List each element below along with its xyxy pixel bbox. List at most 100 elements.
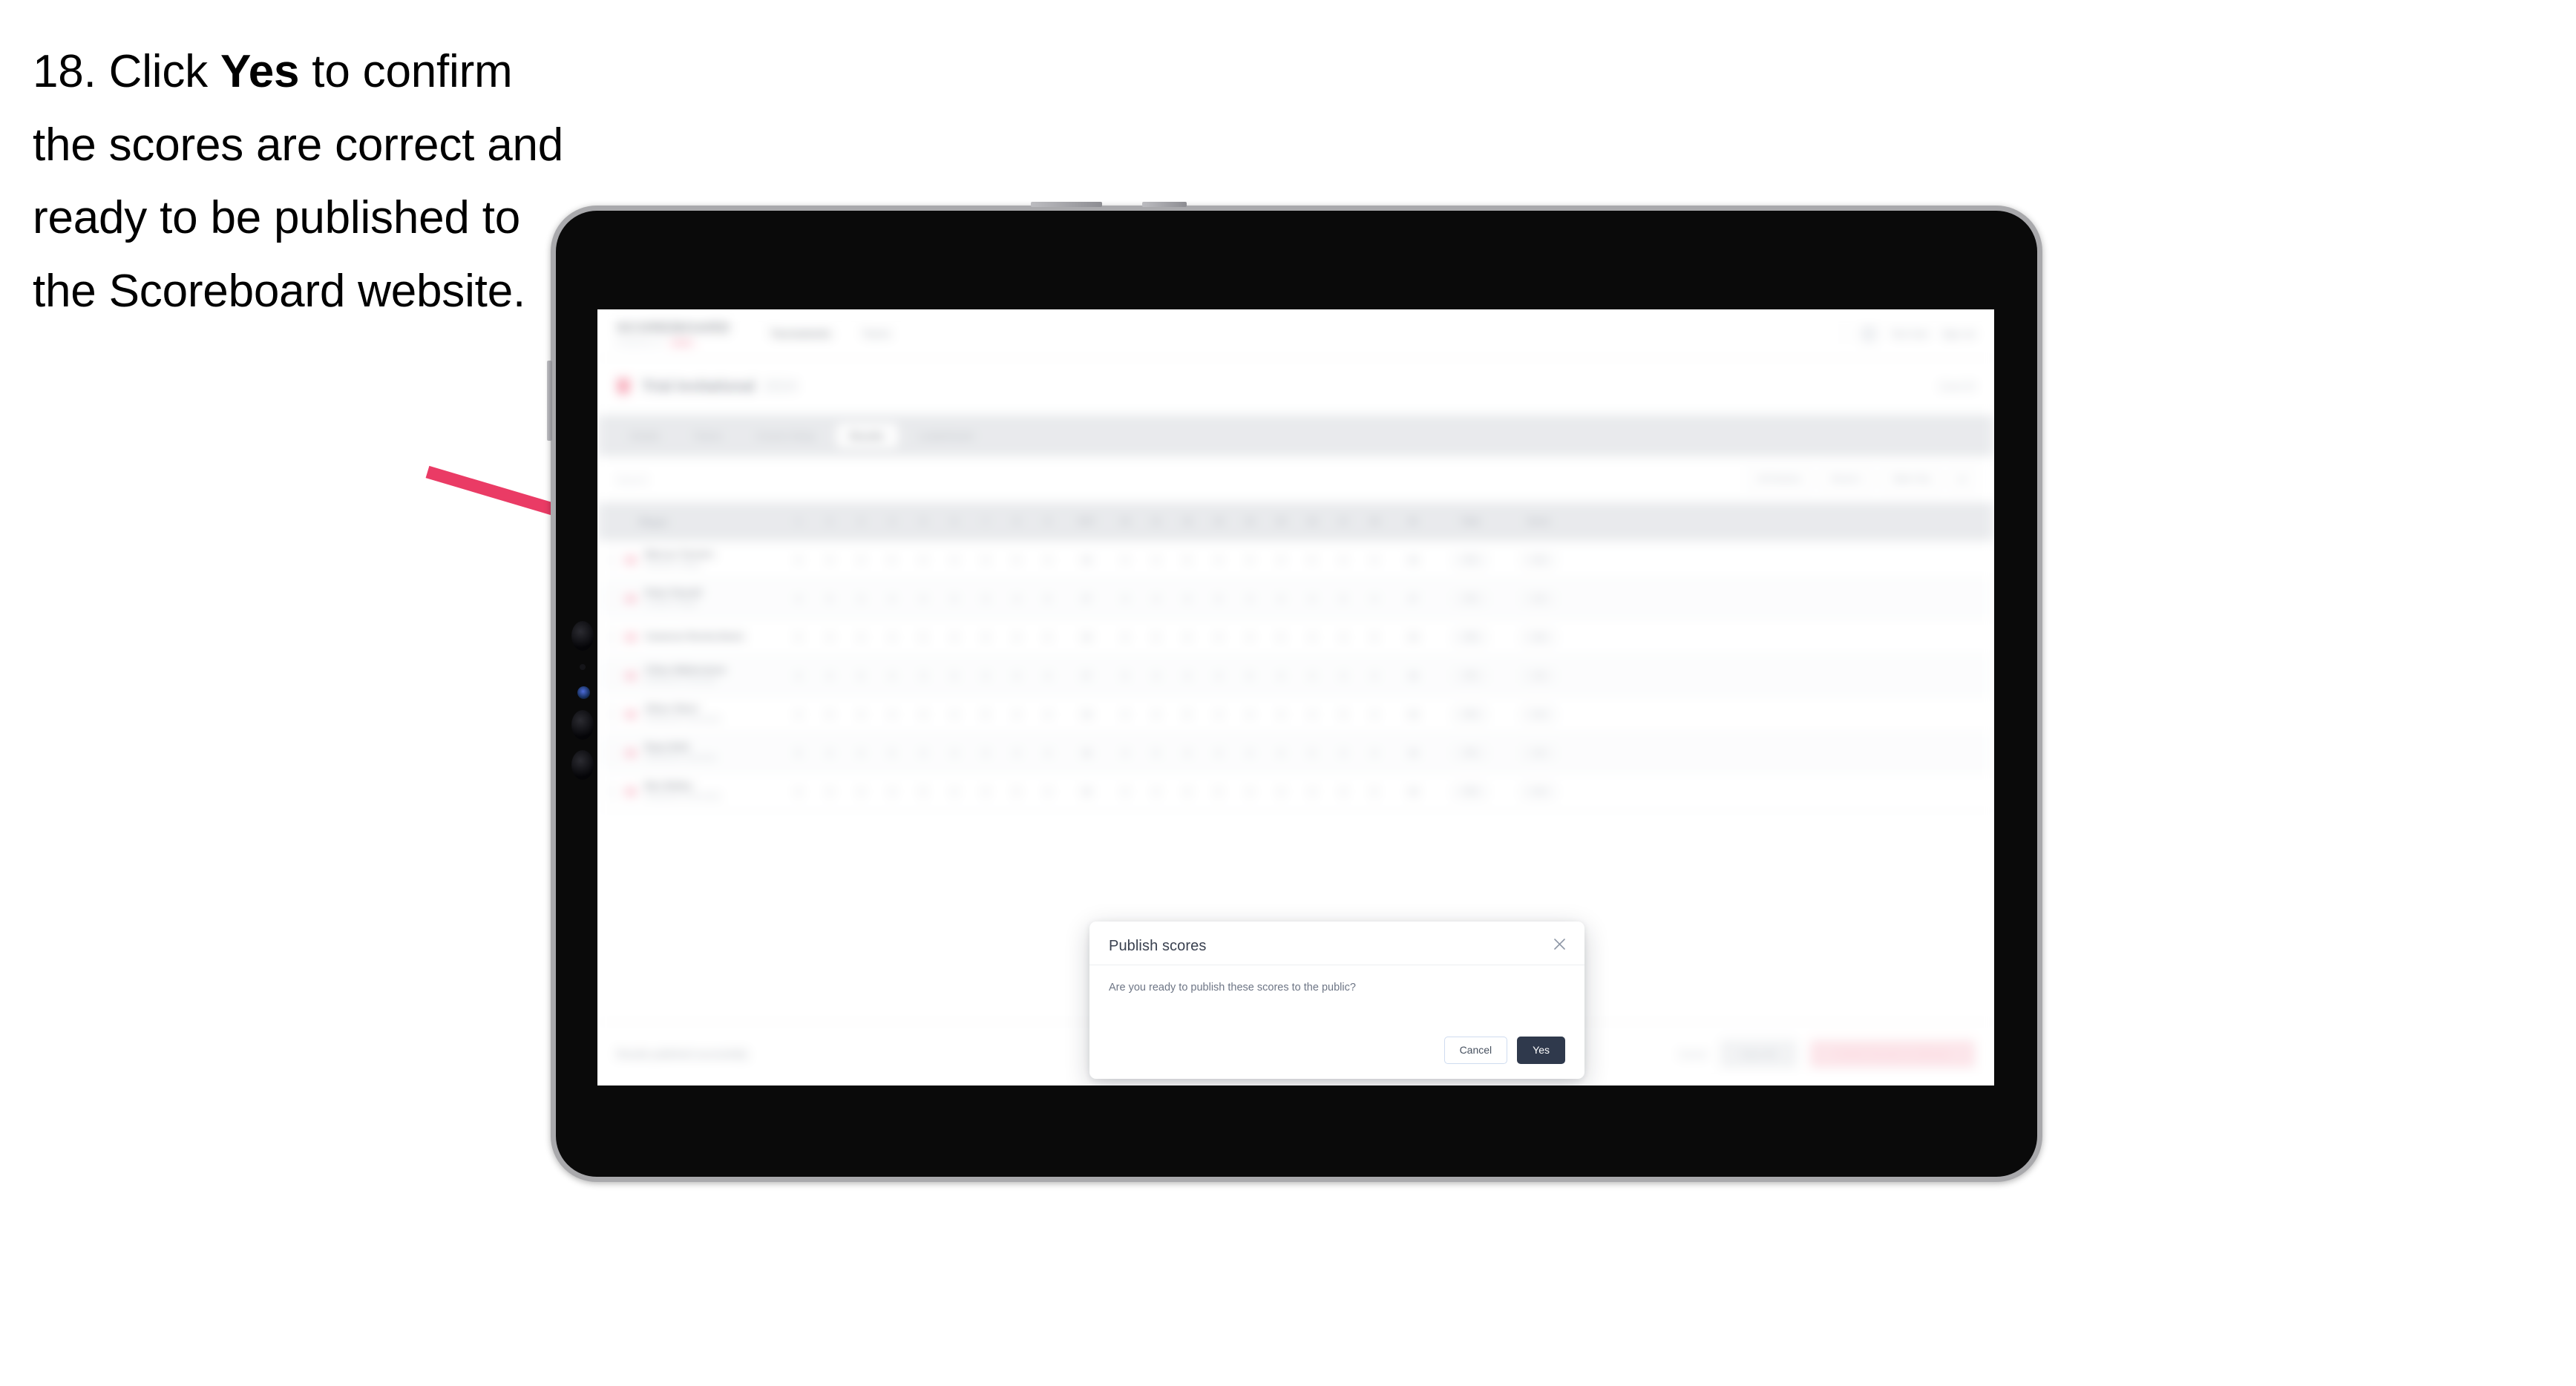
score-cell[interactable]: 5 [1172,555,1203,565]
score-cell[interactable]: 5 [814,594,845,604]
volume-button-down[interactable] [1142,202,1187,207]
score-cell[interactable]: 4 [939,748,970,758]
score-cell[interactable]: 38 [1390,786,1436,797]
row-checkbox[interactable] [605,631,617,643]
score-cell[interactable]: 4 [1172,671,1203,681]
table-row[interactable]: Oliver Short Westbrook Community 4 5 4 4 4 4 5 4 4… [597,695,1994,734]
score-cell[interactable]: 4 [970,632,1001,643]
power-button[interactable] [547,361,552,441]
score-cell[interactable]: 38 [1390,709,1436,720]
score-cell[interactable]: 37 [1390,594,1436,604]
filter-divisions[interactable]: All Divisions [1747,467,1812,491]
table-row[interactable]: Ben Bailey Westbrook Community 4 4 4 4 5 4 4 5 4 38… [597,772,1994,811]
score-cell[interactable]: 5 [876,748,908,758]
score-cell[interactable]: 5 [1328,594,1359,604]
score-cell[interactable]: 4 [783,671,814,681]
score-cell[interactable]: 4 [1359,748,1390,758]
table-row[interactable]: Marcus Turners Eastside College 4 4 3 5 4 4 3 5 4 3… [597,541,1994,579]
score-cell[interactable]: 4 [1110,555,1141,565]
brand-logo[interactable]: SCOREBOARD POWERED BY GOLF [617,321,730,347]
score-cell[interactable]: 4 [1172,786,1203,797]
score-cell[interactable]: 38 [1390,671,1436,681]
score-cell[interactable]: 4 [1001,671,1032,681]
save-all-button[interactable]: Save All [1720,1040,1797,1068]
score-cell[interactable]: 4 [845,632,876,643]
score-cell[interactable]: 4 [1001,594,1032,604]
score-cell[interactable]: 4 [1203,748,1234,758]
row-checkbox[interactable] [605,708,617,720]
score-cell[interactable]: 4 [1032,709,1063,720]
row-checkbox[interactable] [605,592,617,605]
row-checkbox[interactable] [605,746,617,759]
score-cell[interactable]: 39 [1063,632,1110,643]
score-cell[interactable]: 4 [1265,786,1297,797]
score-cell[interactable]: 4 [1328,786,1359,797]
score-cell[interactable]: 4 [1001,709,1032,720]
score-cell[interactable]: 4 [1141,709,1172,720]
score-cell[interactable]: 5 [939,594,970,604]
score-cell[interactable]: 4 [1328,748,1359,758]
score-cell[interactable]: 4 [1297,671,1328,681]
score-cell[interactable]: 4 [1359,594,1390,604]
score-cell[interactable]: 5 [845,671,876,681]
score-cell[interactable]: 4 [1141,786,1172,797]
score-cell[interactable]: 4 [814,748,845,758]
score-cell[interactable]: 5 [1141,748,1172,758]
tab-results[interactable]: Results [836,423,898,448]
score-cell[interactable]: 36 [1390,555,1436,565]
score-cell[interactable]: 37 [1063,671,1110,681]
score-cell[interactable]: 4 [814,555,845,565]
cancel-button[interactable]: Cancel [1443,1037,1508,1064]
score-cell[interactable]: 4 [1328,555,1359,565]
score-cell[interactable]: 3 [845,555,876,565]
score-cell[interactable]: 5 [1141,632,1172,643]
score-cell[interactable]: 4 [1110,709,1141,720]
score-cell[interactable]: 4 [1110,786,1141,797]
score-cell[interactable]: 5 [783,748,814,758]
score-cell[interactable]: 5 [1328,709,1359,720]
score-total-cell[interactable]: +6 [1504,629,1573,645]
filter-round[interactable]: Round 1 [1820,467,1873,491]
score-cell[interactable]: 38 [1063,748,1110,758]
score-cell[interactable]: 4 [908,594,939,604]
score-cell[interactable]: 5 [814,709,845,720]
score-total-cell[interactable]: 76 [1436,784,1504,799]
score-cell[interactable]: 4 [1234,748,1265,758]
score-cell[interactable]: 37 [1063,594,1110,604]
sign-out-link[interactable]: Sign out [1942,329,1975,339]
row-checkbox[interactable] [605,554,617,566]
score-cell[interactable]: 5 [1359,786,1390,797]
score-cell[interactable]: 5 [1172,709,1203,720]
score-cell[interactable]: 4 [970,748,1001,758]
score-total-cell[interactable]: 76 [1436,745,1504,761]
score-cell[interactable]: 4 [876,709,908,720]
score-cell[interactable]: 4 [1141,671,1172,681]
score-cell[interactable]: 4 [1297,786,1328,797]
volume-button-up[interactable] [1031,202,1102,207]
score-cell[interactable]: 5 [1359,632,1390,643]
score-cell[interactable]: 5 [1032,632,1063,643]
score-cell[interactable]: 38 [1390,748,1436,758]
score-cell[interactable]: 4 [1172,748,1203,758]
score-cell[interactable]: 5 [970,709,1001,720]
score-cell[interactable]: 5 [908,632,939,643]
score-cell[interactable]: 4 [1265,671,1297,681]
score-total-cell[interactable]: 75 [1436,668,1504,683]
gear-icon[interactable]: ⚙ [1950,467,1975,491]
score-cell[interactable]: 4 [1032,555,1063,565]
table-row[interactable]: Peter Parnell Coastal College 4 5 3 4 4 5 3 4 5 37 4… [597,579,1994,618]
table-row[interactable]: Cameron Rocha-Davis 5 4 4 4 5 4 4 4 5 39 4 5 4 4 4 5 4 4 5 3… [597,618,1994,657]
score-total-cell[interactable]: 78 [1436,629,1504,645]
score-cell[interactable]: 4 [1359,671,1390,681]
table-row[interactable]: Ryan Britt Northshore University 5 4 4 5 4 4 4 4 4… [597,734,1994,772]
score-cell[interactable]: 4 [939,632,970,643]
row-checkbox[interactable] [605,669,617,682]
score-total-cell[interactable]: 74 [1436,591,1504,606]
score-cell[interactable]: 4 [1359,709,1390,720]
score-cell[interactable]: 4 [783,786,814,797]
score-cell[interactable]: 3 [845,594,876,604]
score-cell[interactable]: 5 [876,555,908,565]
score-total-cell[interactable]: 72 [1436,552,1504,568]
tab-leaderboard[interactable]: Leaderboard [905,424,987,448]
score-cell[interactable]: 4 [1234,555,1265,565]
